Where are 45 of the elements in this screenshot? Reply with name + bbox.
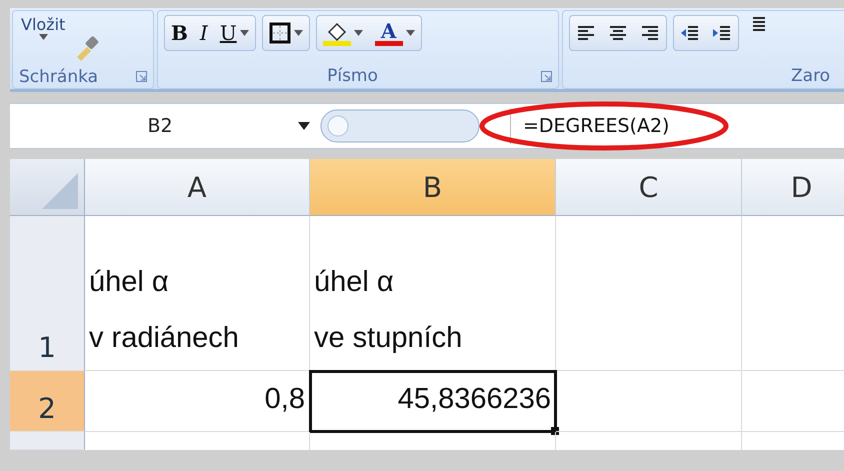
fill-handle-icon[interactable] bbox=[551, 427, 559, 435]
column-header[interactable]: C bbox=[556, 159, 742, 216]
dropdown-caret-icon[interactable] bbox=[298, 122, 310, 130]
dropdown-caret-icon bbox=[38, 34, 48, 40]
column-header[interactable]: D bbox=[742, 159, 844, 216]
cell-text: 0,8 bbox=[264, 382, 305, 417]
align-right-icon bbox=[640, 24, 660, 42]
dialog-launcher-icon[interactable] bbox=[540, 70, 552, 82]
sheet-cell[interactable]: úhel α ve stupních bbox=[310, 216, 556, 371]
name-box[interactable]: B2 bbox=[147, 115, 173, 137]
triangle-icon bbox=[40, 171, 80, 211]
paint-bucket-icon bbox=[322, 20, 351, 46]
align-indent-icon bbox=[712, 24, 732, 42]
underline-button[interactable]: U bbox=[214, 16, 255, 50]
align-outdent-icon bbox=[680, 24, 700, 42]
border-icon bbox=[268, 22, 291, 44]
align-center-icon bbox=[608, 24, 628, 42]
dropdown-caret-icon bbox=[240, 30, 249, 36]
cell-text: úhel α bbox=[314, 265, 394, 300]
column-header[interactable]: A bbox=[85, 159, 310, 216]
dialog-launcher-icon[interactable] bbox=[136, 71, 147, 82]
dropdown-caret-icon bbox=[294, 30, 303, 36]
cell-text: úhel α bbox=[89, 265, 169, 300]
align-left-icon bbox=[576, 24, 596, 42]
row-header[interactable]: 1 bbox=[10, 216, 85, 371]
sheet-cell[interactable] bbox=[556, 371, 742, 432]
group-label: Schránka bbox=[19, 66, 98, 86]
cell-text: 45,8366236 bbox=[398, 382, 551, 417]
paste-button[interactable]: Vložit bbox=[19, 15, 68, 40]
bold-button[interactable]: B bbox=[165, 16, 194, 50]
sheet-cell[interactable]: 0,8 bbox=[85, 371, 310, 432]
active-cell[interactable]: 45,8366236 bbox=[310, 371, 556, 432]
sheet-cell[interactable] bbox=[556, 216, 742, 371]
column-header[interactable]: B bbox=[310, 159, 556, 216]
italic-button[interactable]: I bbox=[194, 16, 214, 50]
cell-text: v radiánech bbox=[89, 321, 239, 356]
splitter-handle-icon[interactable] bbox=[320, 109, 480, 143]
group-label: Zaro bbox=[791, 66, 830, 86]
dropdown-caret-icon bbox=[354, 30, 363, 36]
color-bar-icon bbox=[374, 40, 403, 46]
sheet-cell[interactable]: úhel α v radiánech bbox=[85, 216, 310, 371]
row-header[interactable]: 2 bbox=[10, 371, 85, 432]
cell-text: ve stupních bbox=[314, 321, 462, 356]
group-label: Písmo bbox=[327, 66, 378, 86]
dropdown-caret-icon bbox=[406, 30, 415, 36]
